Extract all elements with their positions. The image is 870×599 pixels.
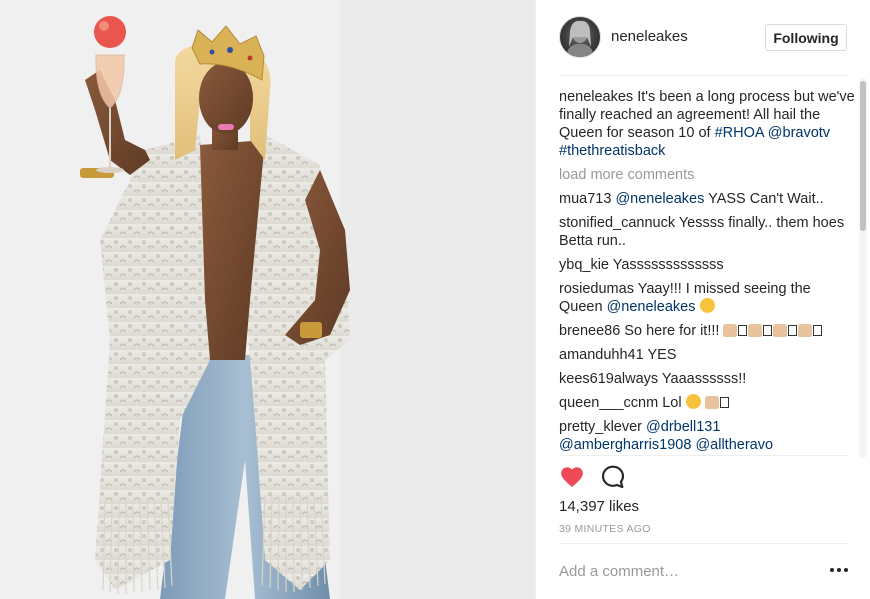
post-detail-panel: neneleakes Following neneleakes It's bee…: [535, 0, 870, 599]
comment-text: So here for it!!!: [620, 323, 724, 339]
missing-glyph-icon: [719, 397, 729, 408]
raised-hands-emoji-icon: [723, 324, 738, 337]
speech-bubble-icon[interactable]: [600, 464, 626, 490]
raised-hands-emoji-icon: [748, 324, 763, 337]
comment-mention[interactable]: @alltheravo: [695, 437, 773, 453]
post-timestamp: 39 MINUTES AGO: [559, 523, 651, 535]
post-actions: [559, 464, 679, 492]
comment-item: stonified_cannuck Yessss finally.. them …: [559, 214, 855, 250]
mention-bravotv[interactable]: @bravotv: [768, 125, 830, 141]
comments-scrollbar[interactable]: [859, 78, 867, 458]
ellipsis-icon[interactable]: [830, 563, 848, 577]
scrollbar-thumb[interactable]: [860, 81, 866, 231]
avatar-portrait-icon: [566, 20, 594, 57]
raised-hands-emoji-icon: [798, 324, 813, 337]
comment-username[interactable]: rosiedumas: [559, 281, 634, 297]
comment-text: YASS Can't Wait..: [704, 191, 824, 207]
comment-username[interactable]: stonified_cannuck: [559, 215, 675, 231]
author-username[interactable]: neneleakes: [611, 28, 688, 45]
actions-divider: [559, 455, 848, 456]
comment-username[interactable]: brenee86: [559, 323, 620, 339]
comment-item: brenee86 So here for it!!!: [559, 322, 855, 340]
comment-mention[interactable]: @drbell131: [646, 419, 720, 435]
comment-text: Yasssssssssssss: [608, 257, 724, 273]
comment-mention[interactable]: @ambergharris1908: [559, 437, 691, 453]
comment-username[interactable]: pretty_klever: [559, 419, 642, 435]
comment-item: pretty_klever @drbell131 @ambergharris19…: [559, 418, 855, 454]
comment-item: amanduhh41 YES: [559, 346, 855, 364]
heart-icon[interactable]: [559, 464, 585, 490]
raised-hands-emoji-icon: [773, 324, 788, 337]
comment-text: always Yaaassssss!!: [613, 371, 747, 387]
comment-item: rosiedumas Yaay!!! I missed seeing the Q…: [559, 280, 855, 316]
following-button[interactable]: Following: [765, 24, 847, 51]
caption-username[interactable]: neneleakes: [559, 89, 633, 105]
comments-list: neneleakes It's been a long process but …: [559, 88, 855, 455]
missing-glyph-icon: [788, 325, 798, 336]
comment-text: YES: [643, 347, 677, 363]
comment-username[interactable]: amanduhh41: [559, 347, 644, 363]
add-comment-input[interactable]: [559, 559, 809, 583]
hashtag-rhoa[interactable]: #RHOA: [715, 125, 764, 141]
clapping-hands-emoji-icon: [704, 396, 719, 409]
comment-item: queen___ccnm Lol: [559, 394, 855, 412]
post-photo: [0, 0, 535, 599]
comment-mention[interactable]: @neneleakes: [607, 299, 696, 315]
likes-count[interactable]: 14,397 likes: [559, 498, 639, 515]
caption: neneleakes It's been a long process but …: [559, 88, 855, 160]
heart-eyes-emoji-icon: [699, 298, 715, 313]
comment-item: ybq_kie Yasssssssssssss: [559, 256, 855, 274]
comment-text: Lol: [658, 395, 686, 411]
comment-username[interactable]: kees619: [559, 371, 614, 387]
missing-glyph-icon: [738, 325, 748, 336]
comment-mention[interactable]: @neneleakes: [615, 191, 704, 207]
comment-username[interactable]: queen___ccnm: [559, 395, 658, 411]
post-header: neneleakes Following: [536, 0, 870, 76]
author-avatar[interactable]: [559, 16, 601, 58]
comment-username[interactable]: ybq_kie: [559, 257, 609, 273]
comment-divider: [559, 543, 848, 544]
load-more-comments-link[interactable]: load more comments: [559, 166, 855, 184]
comment-username[interactable]: mua713: [559, 191, 611, 207]
hashtag-thethreatisback[interactable]: #thethreatisback: [559, 143, 665, 159]
comment-item: mua713 @neneleakes YASS Can't Wait..: [559, 190, 855, 208]
header-divider: [559, 75, 848, 76]
tears-of-joy-emoji-icon: [685, 394, 701, 409]
comment-item: kees619always Yaaassssss!!: [559, 370, 855, 388]
photo-illustration: [0, 0, 535, 599]
missing-glyph-icon: [763, 325, 773, 336]
missing-glyph-icon: [813, 325, 823, 336]
